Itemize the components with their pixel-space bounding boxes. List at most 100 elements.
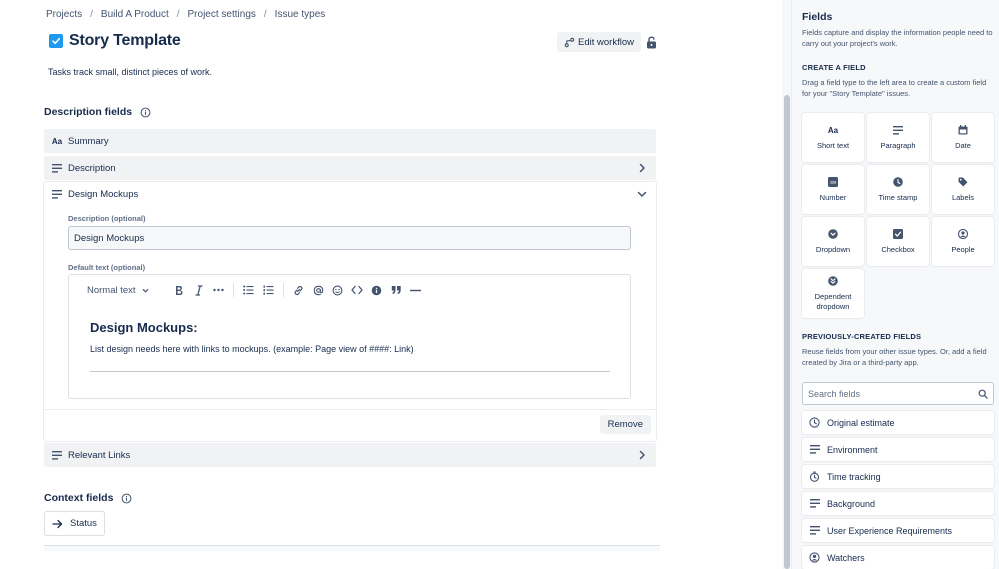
field-card-design-mockups: Design Mockups Description (optional) De…	[44, 182, 656, 441]
paragraph-icon	[893, 124, 903, 136]
field-type-grid: Aa Short text Paragraph Date 123 Number …	[802, 113, 994, 318]
breadcrumb-project[interactable]: Build A Product	[101, 9, 169, 20]
chevron-down-icon[interactable]	[636, 188, 648, 200]
default-text-editor[interactable]: Normal text Design Mockups: List design …	[68, 274, 631, 399]
field-type-time-stamp[interactable]: Time stamp	[867, 165, 929, 214]
stopwatch-icon	[809, 471, 820, 482]
section-title: Description fields	[44, 106, 133, 118]
person-icon	[809, 552, 820, 563]
field-row-relevant-links[interactable]: Relevant Links	[44, 443, 656, 467]
description-input[interactable]	[68, 226, 631, 250]
paragraph-icon	[809, 499, 820, 508]
paragraph-icon	[809, 526, 820, 535]
field-type-people[interactable]: People	[932, 217, 994, 266]
field-type-label: Date	[955, 141, 971, 150]
info-icon[interactable]	[121, 493, 132, 504]
existing-field-time-tracking[interactable]: Time tracking	[802, 465, 994, 488]
field-row-design-mockups[interactable]: Design Mockups	[44, 182, 656, 206]
quote-icon[interactable]	[387, 281, 407, 299]
existing-field-watchers[interactable]: Watchers	[802, 546, 994, 569]
editor-horizontal-rule	[90, 371, 610, 372]
scrollbar-thumb[interactable]	[784, 95, 790, 569]
breadcrumb-separator: /	[90, 9, 93, 20]
previous-fields-heading: PREVIOUSLY-CREATED FIELDS	[802, 332, 922, 341]
italic-icon[interactable]	[189, 281, 209, 299]
page-title[interactable]: Story Template	[69, 32, 181, 50]
number-icon: 123	[828, 176, 838, 188]
more-formatting-icon[interactable]	[209, 281, 229, 299]
breadcrumb-projects[interactable]: Projects	[46, 9, 82, 20]
paragraph-icon	[51, 189, 63, 199]
field-type-date[interactable]: Date	[932, 113, 994, 162]
info-icon[interactable]	[140, 107, 151, 118]
edit-workflow-label: Edit workflow	[578, 36, 634, 48]
field-row-summary[interactable]: Aa Summary	[44, 129, 656, 153]
search-icon	[978, 389, 988, 399]
calendar-icon	[958, 124, 968, 136]
workflow-icon	[564, 37, 575, 47]
code-icon[interactable]	[348, 281, 368, 299]
field-row-status[interactable]: Status	[44, 511, 105, 536]
paragraph-icon	[51, 163, 63, 173]
mention-icon[interactable]	[309, 281, 329, 299]
toolbar-divider	[283, 283, 285, 297]
paragraph-icon	[809, 445, 820, 454]
existing-field-user-experience-requirements[interactable]: User Experience Requirements	[802, 519, 994, 542]
description-fields-heading: Description fields	[44, 106, 151, 118]
breadcrumb-separator: /	[263, 9, 267, 20]
section-divider	[44, 545, 660, 551]
text-style-label: Normal text	[87, 284, 136, 296]
svg-text:123: 123	[830, 181, 836, 185]
field-type-label: Dependent dropdown	[814, 292, 852, 311]
breadcrumb-project-settings[interactable]: Project settings	[188, 9, 256, 20]
field-type-number[interactable]: 123 Number	[802, 165, 864, 214]
existing-field-label: User Experience Requirements	[827, 525, 953, 536]
issue-type-description: Tasks track small, distinct pieces of wo…	[48, 67, 213, 77]
field-label: Summary	[68, 135, 109, 147]
main-content: Projects / Build A Product / Project set…	[0, 0, 782, 569]
chevron-right-icon[interactable]	[636, 449, 648, 461]
divider-icon[interactable]	[406, 281, 426, 299]
field-type-label: Short text	[816, 141, 850, 150]
existing-field-background[interactable]: Background	[802, 492, 994, 515]
dependent-dropdown-icon	[828, 275, 838, 287]
person-icon	[958, 228, 968, 240]
breadcrumb-separator: /	[176, 9, 180, 20]
bullet-list-icon[interactable]	[239, 281, 259, 299]
existing-field-label: Original estimate	[827, 417, 895, 428]
numbered-list-icon[interactable]	[259, 281, 279, 299]
field-type-labels[interactable]: Labels	[932, 165, 994, 214]
existing-field-environment[interactable]: Environment	[802, 438, 994, 461]
bold-icon[interactable]	[170, 281, 190, 299]
field-row-description[interactable]: Description	[44, 156, 656, 180]
text-style-dropdown[interactable]: Normal text	[87, 285, 150, 296]
field-label: Description	[68, 162, 116, 174]
link-icon[interactable]	[289, 281, 309, 299]
checkbox-icon	[893, 228, 903, 240]
lock-icon[interactable]	[644, 34, 658, 50]
info-panel-icon[interactable]	[367, 281, 387, 299]
remove-button[interactable]: Remove	[599, 415, 651, 434]
field-type-short-text[interactable]: Aa Short text	[802, 113, 864, 162]
existing-field-original-estimate[interactable]: Original estimate	[802, 411, 994, 434]
main-scrollbar[interactable]	[782, 0, 791, 569]
create-field-heading: CREATE A FIELD	[802, 63, 866, 72]
panel-title: Fields	[802, 11, 833, 23]
search-input[interactable]	[808, 388, 978, 399]
field-type-paragraph[interactable]: Paragraph	[867, 113, 929, 162]
field-type-checkbox[interactable]: Checkbox	[867, 217, 929, 266]
field-type-label: People	[951, 245, 975, 254]
chevron-right-icon[interactable]	[636, 162, 648, 174]
context-fields-heading: Context fields	[44, 492, 132, 504]
field-type-dropdown[interactable]: Dropdown	[802, 217, 864, 266]
editor-heading[interactable]: Design Mockups:	[90, 320, 198, 335]
editor-paragraph[interactable]: List design needs here with links to moc…	[90, 344, 414, 354]
breadcrumb: Projects / Build A Product / Project set…	[46, 9, 325, 20]
edit-workflow-button[interactable]: Edit workflow	[557, 32, 641, 52]
emoji-icon[interactable]	[328, 281, 348, 299]
breadcrumb-issue-types[interactable]: Issue types	[275, 9, 326, 20]
field-type-dependent-dropdown[interactable]: Dependent dropdown	[802, 269, 864, 318]
paragraph-icon	[51, 450, 63, 460]
tag-icon	[958, 176, 968, 188]
existing-field-label: Environment	[827, 444, 878, 455]
